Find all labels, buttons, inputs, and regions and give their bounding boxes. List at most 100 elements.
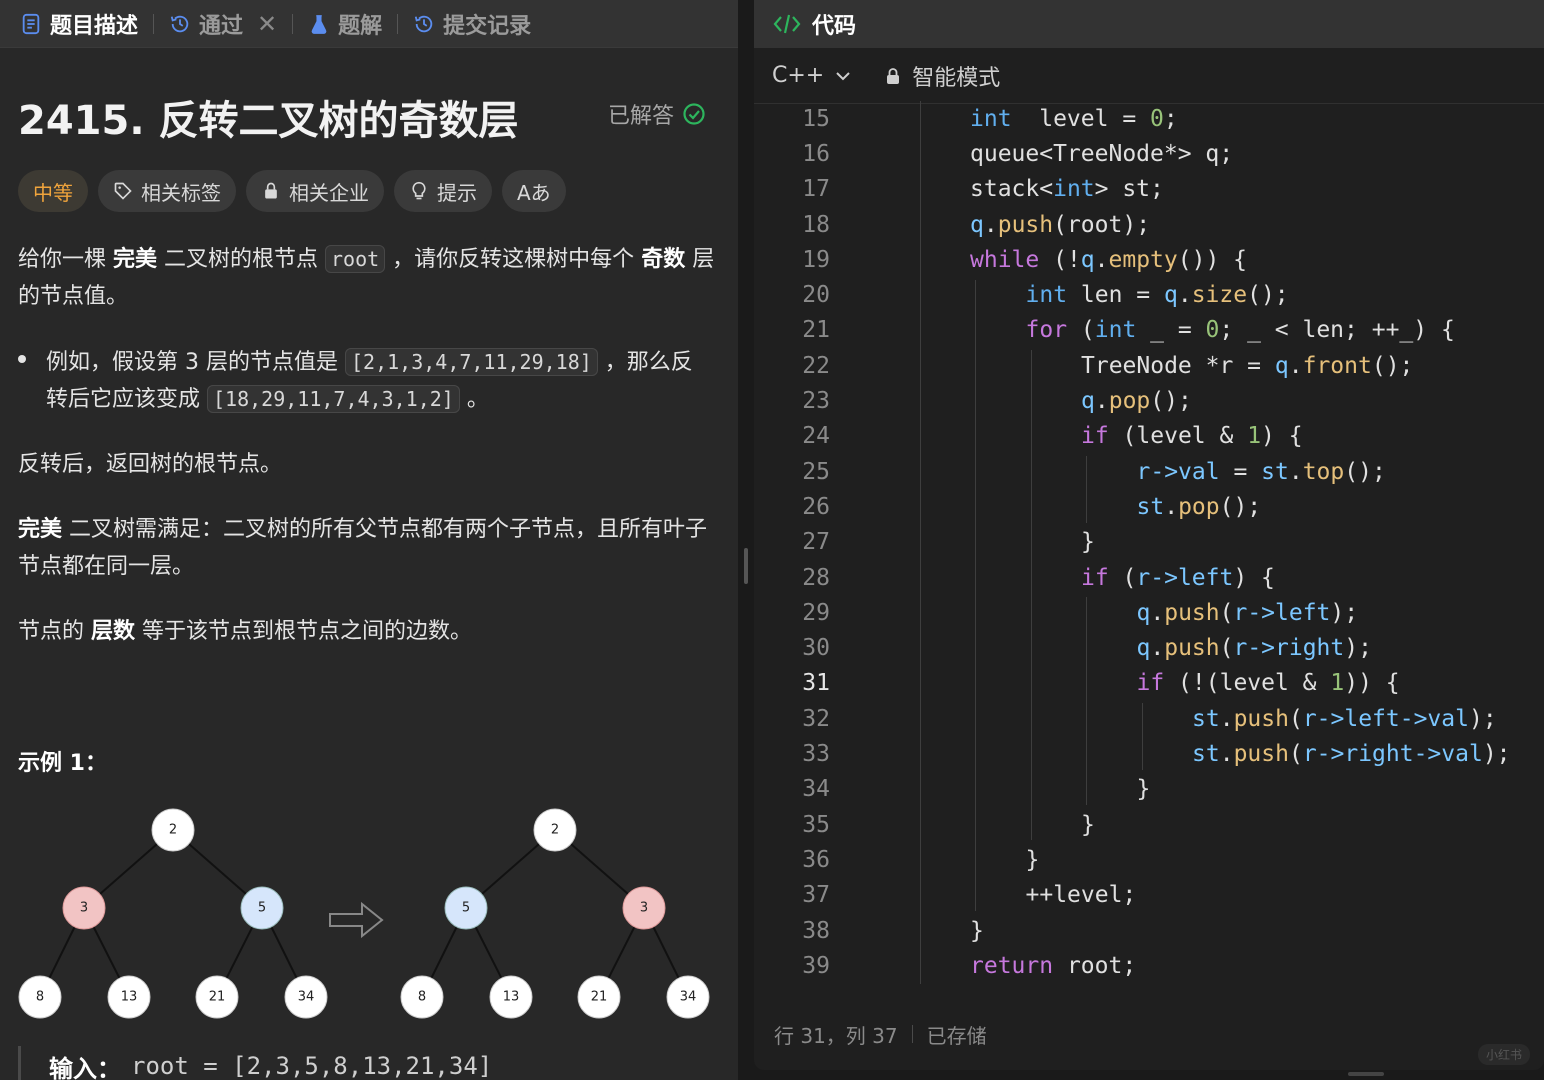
code-token: if — [1081, 564, 1109, 591]
code-line[interactable]: 27} — [754, 525, 1544, 560]
code-token: st — [1192, 705, 1220, 732]
code-text: int len = q.size(); — [1026, 282, 1289, 308]
code-line[interactable]: 25 r->val = st.top(); — [754, 454, 1544, 489]
tree-node-label: 2 — [551, 823, 559, 838]
tag-icon — [114, 182, 132, 200]
code-line[interactable]: 21 for (int _ = 0; _ < len; ++_) { — [754, 313, 1544, 348]
font-icon: Aあ — [517, 180, 551, 205]
line-number: 28 — [802, 564, 830, 591]
code-token: } — [1081, 529, 1095, 556]
code-line[interactable]: 19 while (!q.empty()) { — [754, 242, 1544, 277]
code-token: st — [1136, 493, 1165, 520]
code-line[interactable]: 31 if (!(level & 1)) { — [754, 666, 1544, 701]
code-text: stack<int> st; — [970, 176, 1164, 202]
code-line[interactable]: 33 st.push(r->right->val); — [754, 736, 1544, 771]
code-token: return — [970, 952, 1054, 979]
code-line[interactable]: 30 q.push(r->right); — [754, 631, 1544, 666]
code-token: )) { — [1344, 670, 1400, 697]
code-token: = — [1219, 458, 1262, 485]
tab-description[interactable]: 题目描述 — [14, 0, 144, 47]
code-token: 0 — [1150, 105, 1164, 132]
code-token: q — [1136, 635, 1151, 662]
code-token: (); — [1247, 282, 1289, 309]
code-line[interactable]: 28 if (r->left) { — [754, 560, 1544, 595]
tree-node-label: 3 — [640, 901, 648, 916]
code-text: int level = 0; — [970, 106, 1178, 132]
code-line[interactable]: 26 st.pop(); — [754, 489, 1544, 524]
code-line[interactable]: 36} — [754, 842, 1544, 877]
inline-code: [18,29,11,7,4,3,1,2] — [207, 385, 460, 413]
resize-handle[interactable] — [744, 548, 748, 584]
code-token: st — [1192, 741, 1220, 768]
panel-resizer[interactable] — [738, 0, 754, 1080]
arrow-right-icon — [329, 901, 384, 939]
tree-before: 2 3 5 8 13 21 34 — [18, 808, 328, 1019]
code-line[interactable]: 29 q.push(r->left); — [754, 595, 1544, 630]
code-text: st.push(r->right->val); — [1192, 741, 1511, 767]
code-line[interactable]: 24 if (level & 1) { — [754, 419, 1544, 454]
code-token: ()) { — [1177, 246, 1248, 273]
code-line[interactable]: 22 TreeNode *r = q.front(); — [754, 348, 1544, 383]
code-line[interactable]: 38} — [754, 913, 1544, 948]
code-line[interactable]: 18 q.push(root); — [754, 207, 1544, 242]
code-token: . — [1094, 246, 1109, 273]
code-token: (root); — [1053, 211, 1151, 238]
editor-status-bar: 行 31，列 37 已存储 — [754, 1016, 1544, 1052]
code-line[interactable]: 20 int len = q.size(); — [754, 278, 1544, 313]
code-line[interactable]: 15 int level = 0; — [754, 101, 1544, 136]
font-size-button[interactable]: Aあ — [502, 170, 566, 212]
code-line[interactable]: 35} — [754, 807, 1544, 842]
problem-tags: 中等 相关标签 相关企业 提示 Aあ — [18, 170, 566, 212]
related-companies-label: 相关企业 — [289, 180, 369, 205]
code-token: q — [1274, 352, 1289, 379]
code-line[interactable]: 34} — [754, 772, 1544, 807]
code-text: q.pop(); — [1081, 388, 1192, 414]
close-icon[interactable]: ✕ — [257, 10, 277, 38]
line-number: 18 — [802, 211, 830, 238]
code-line[interactable]: 32 st.push(r->left->val); — [754, 701, 1544, 736]
status-separator — [911, 1025, 913, 1043]
code-token: ( — [1108, 564, 1137, 591]
line-number: 29 — [802, 599, 830, 626]
horizontal-scrollbar[interactable] — [1348, 1072, 1384, 1076]
line-number: 17 — [802, 176, 830, 203]
related-tags-button[interactable]: 相关标签 — [98, 170, 236, 212]
related-companies-button[interactable]: 相关企业 — [246, 170, 384, 212]
language-select[interactable]: C++ — [772, 63, 852, 88]
description-paragraph-3: 完美 二叉树需满足：二叉树的所有父节点都有两个子节点，且所有叶子节点都在同一层。 — [18, 511, 718, 585]
code-token: _ = — [1136, 317, 1206, 344]
tab-submissions[interactable]: 提交记录 — [407, 0, 537, 47]
indent-guide — [1086, 456, 1087, 523]
code-token: ; _ < len; ++_) { — [1219, 317, 1455, 344]
indent-guide — [1141, 703, 1143, 770]
line-number: 16 — [802, 140, 830, 167]
hint-button[interactable]: 提示 — [394, 170, 492, 212]
code-token: 0 — [1205, 317, 1220, 344]
code-token: . — [983, 211, 998, 238]
code-editor[interactable]: 15 int level = 0; 16 queue<TreeNode*> q; 17 s… — [754, 101, 1544, 984]
code-text: ++level; — [1026, 882, 1137, 908]
code-panel-header: 代码 — [754, 0, 1544, 48]
tab-solutions[interactable]: 题解 — [302, 0, 388, 47]
code-line[interactable]: 16 queue<TreeNode*> q; — [754, 136, 1544, 171]
code-line[interactable]: 39 return root; — [754, 948, 1544, 983]
code-panel: 代码 C++ 智能模式 15 int level = 0; 16 queue<Tree… — [754, 0, 1544, 1070]
code-token: while — [970, 246, 1040, 273]
smart-mode-toggle[interactable]: 智能模式 — [884, 60, 1000, 92]
tab-submissions-label: 提交记录 — [443, 13, 532, 39]
code-token: . — [1288, 352, 1303, 379]
inline-code: [2,1,3,4,7,11,29,18] — [344, 348, 598, 376]
solved-label: 已解答 — [608, 104, 675, 129]
code-token: q — [1136, 599, 1151, 626]
tab-separator — [153, 13, 155, 34]
code-token: pop — [1108, 388, 1151, 415]
code-line[interactable]: 37 ++level; — [754, 878, 1544, 913]
chevron-down-icon — [836, 71, 850, 80]
description-paragraph-1: 给你一棵 完美 二叉树的根节点 root ，请你反转这棵树中每个 奇数 层的节点… — [18, 241, 718, 315]
code-token: ) { — [1261, 423, 1303, 450]
tab-accepted[interactable]: 通过 ✕ — [163, 0, 283, 47]
code-line[interactable]: 17 stack<int> st; — [754, 172, 1544, 207]
code-token: ); — [1330, 599, 1359, 626]
code-token: . — [1219, 705, 1234, 732]
code-line[interactable]: 23 q.pop(); — [754, 383, 1544, 418]
